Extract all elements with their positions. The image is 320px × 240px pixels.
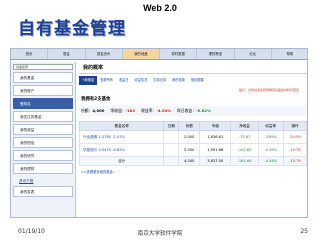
col-value: 市值 [199, 121, 232, 131]
sidebar: 基金名称 我的基金 我的账户 登陆名 我关注的基金 我的收益 我的短信 我的研究… [11, 62, 76, 217]
cell-shares: 2,000 [178, 143, 201, 157]
cell-gain: -107.62 [230, 143, 259, 157]
cell-shares: 2,000 [178, 130, 201, 144]
notice-text: 提示：点击基金名称查看该基金的资料与配置 [238, 88, 299, 92]
col-shares: 份额 [178, 121, 201, 131]
sidebar-item-my-fund[interactable]: 我的基金 [13, 72, 73, 83]
nav-item-forum[interactable]: 论坛 [235, 49, 272, 59]
table-row: 华夏成长 2.0470 -0.82% 2,000 1,901.68 -107.6… [78, 143, 307, 157]
tab-alerts[interactable]: 指标提醒 [188, 76, 207, 85]
cell-rate: -5.39% [257, 143, 284, 157]
table-row: 兴业趋势 1.2780 -1.07% 2,000 1,836.81 -73.67… [78, 130, 307, 144]
footer-institution: 南京大学软件学院 [137, 231, 183, 237]
nav-item-help[interactable]: 帮助 [272, 49, 307, 59]
table-header: 基金名称 日期 份额 市值 净收益 收益率 操作 [78, 121, 307, 131]
tab-bar: +新基金 查看所有 收益日 收益情况 交易记录 我的设置 指标提醒 [79, 76, 307, 85]
sidebar-item-watched[interactable]: 我关注的基金 [13, 111, 73, 122]
total-value: 3,837.50 [199, 156, 232, 166]
sidebar-item-posts[interactable]: 我的发表 [13, 186, 73, 197]
nav-item-class[interactable]: 理财教室 [197, 49, 235, 59]
panel-title: 我的概率 [79, 62, 307, 74]
table-total-row: 合计 4,000 3,837.50 -181.69 -4.54% -15.79 [78, 156, 307, 166]
total-shares: 4,000 [178, 156, 201, 166]
cell-date [163, 130, 180, 144]
sidebar-item-login[interactable]: 登陆名 [13, 98, 73, 109]
cell-value: 1,901.68 [199, 143, 232, 157]
summary-rate: 收益率：-4.54% [141, 108, 172, 113]
sidebar-item-earnings[interactable]: 我的收益 [13, 124, 73, 135]
col-op: 操作 [282, 121, 307, 131]
tab-view-all[interactable]: 查看所有 [97, 76, 116, 85]
top-navigation: 首页 基金 基金资讯 我的地盘 现时数据 理财教室 论坛 帮助 [11, 49, 307, 60]
total-label: 合计 [78, 156, 165, 166]
col-date: 日期 [163, 121, 180, 131]
col-rate: 收益率 [257, 121, 284, 131]
tab-new-fund[interactable]: +新基金 [79, 76, 98, 85]
cell-gain: -73.67 [230, 130, 259, 144]
tab-earning-day[interactable]: 收益日 [116, 76, 132, 85]
nav-item-fund[interactable]: 基金 [48, 49, 86, 59]
summary-yesterday: 昨日收益：-0.82% [177, 108, 211, 113]
embedded-screenshot: 首页 基金 基金资讯 我的地盘 现时数据 理财教室 论坛 帮助 基金名称 我的基… [10, 48, 308, 218]
fund-select[interactable]: 基金名称 [13, 64, 73, 70]
tab-transactions[interactable]: 交易记录 [150, 76, 169, 85]
fund-link[interactable]: 兴业趋势 1.2780 -1.07% [78, 130, 165, 144]
col-name: 基金名称 [78, 121, 165, 131]
fund-link[interactable]: 华夏成长 2.0470 -0.82% [78, 143, 165, 157]
slide: Web 2.0 自有基金管理 首页 基金 基金资讯 我的地盘 现时数据 理财教室… [0, 0, 320, 240]
summary-bar: 份额：4,000 净收益：-182 收益率：-4.54% 昨日收益：-0.82% [81, 106, 307, 116]
section-title: 我拥有2支基金 [81, 97, 111, 102]
total-rate: -4.54% [257, 156, 284, 166]
sidebar-item-sms[interactable]: 我的短信 [13, 137, 73, 148]
tab-settings[interactable]: 我的设置 [169, 76, 188, 85]
cell-value: 1,836.81 [199, 130, 232, 144]
fund-table: 基金名称 日期 份额 市值 净收益 收益率 操作 兴业趋势 1.2780 -1.… [78, 121, 307, 166]
cell-rate: -3.89% [257, 130, 284, 144]
nav-item-home[interactable]: 首页 [11, 49, 49, 59]
cell-op: -24.59 [282, 130, 307, 144]
more-funds-link[interactable]: >>查看更多我的基金... [79, 169, 307, 174]
total-gain: -181.69 [230, 156, 259, 166]
col-gain: 净收益 [230, 121, 259, 131]
total-op: -15.79 [282, 156, 307, 166]
sidebar-item-account[interactable]: 我的账户 [13, 85, 73, 96]
footer-page-number: 25 [300, 228, 308, 235]
sidebar-item-research[interactable]: 我的研究 [13, 150, 73, 161]
nav-item-my-area[interactable]: 我的地盘 [122, 49, 160, 59]
sidebar-item-finance[interactable]: 我的理财 [13, 163, 73, 174]
total-date [163, 156, 180, 166]
summary-shares: 份额：4,000 [81, 108, 105, 113]
cell-op: -15.78 [282, 143, 307, 157]
slide-title: 自有基金管理 [18, 19, 126, 39]
sidebar-link-download[interactable]: 资讯下载 [13, 176, 73, 184]
nav-item-news[interactable]: 基金资讯 [86, 49, 123, 59]
tab-earnings[interactable]: 收益情况 [132, 76, 151, 85]
nav-item-live-data[interactable]: 现时数据 [160, 49, 198, 59]
main-panel: 我的概率 +新基金 查看所有 收益日 收益情况 交易记录 我的设置 指标提醒 提… [78, 62, 307, 217]
slide-top-label: Web 2.0 [143, 3, 177, 13]
summary-net-gain: 净收益：-182 [110, 108, 136, 113]
cell-date [163, 143, 180, 157]
